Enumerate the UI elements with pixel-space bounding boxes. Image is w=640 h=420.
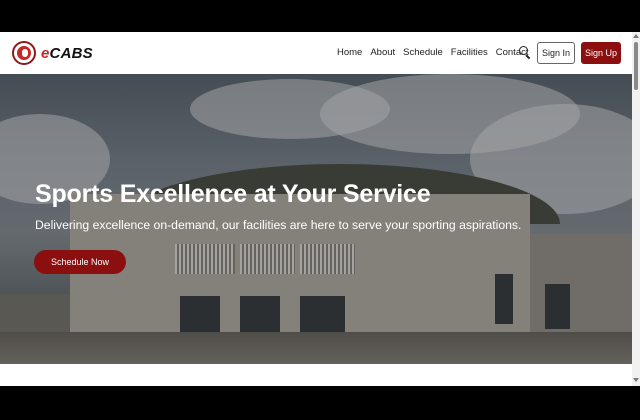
- nav-item-schedule[interactable]: Schedule: [403, 47, 443, 58]
- brand-logo[interactable]: eCABS: [12, 41, 93, 65]
- hero-title: Sports Excellence at Your Service: [35, 180, 431, 208]
- sign-up-button[interactable]: Sign Up: [581, 42, 621, 64]
- schedule-now-button[interactable]: Schedule Now: [34, 250, 126, 274]
- browser-viewport: eCABS Home About Schedule Facilities Con…: [0, 32, 640, 386]
- nav-item-facilities[interactable]: Facilities: [451, 47, 488, 58]
- nav-item-home[interactable]: Home: [337, 47, 362, 58]
- scroll-up-arrow-icon[interactable]: [633, 34, 639, 38]
- logo-emblem-icon: [12, 41, 36, 65]
- nav-menu: Home About Schedule Facilities Contact: [337, 47, 537, 58]
- sign-in-button[interactable]: Sign In: [537, 42, 575, 64]
- page-scrollbar[interactable]: [632, 32, 640, 386]
- scroll-down-arrow-icon[interactable]: [633, 378, 639, 382]
- scroll-thumb[interactable]: [634, 42, 638, 90]
- search-icon[interactable]: [519, 46, 531, 60]
- screen-top-border: [0, 0, 640, 32]
- nav-item-about[interactable]: About: [370, 47, 395, 58]
- brand-name: eCABS: [41, 44, 93, 62]
- hero-section: Sports Excellence at Your Service Delive…: [0, 74, 632, 364]
- screen-bottom-border: [0, 386, 640, 420]
- content-section: [0, 364, 632, 386]
- navbar: eCABS Home About Schedule Facilities Con…: [0, 32, 632, 74]
- hero-subtitle: Delivering excellence on-demand, our fac…: [35, 218, 522, 232]
